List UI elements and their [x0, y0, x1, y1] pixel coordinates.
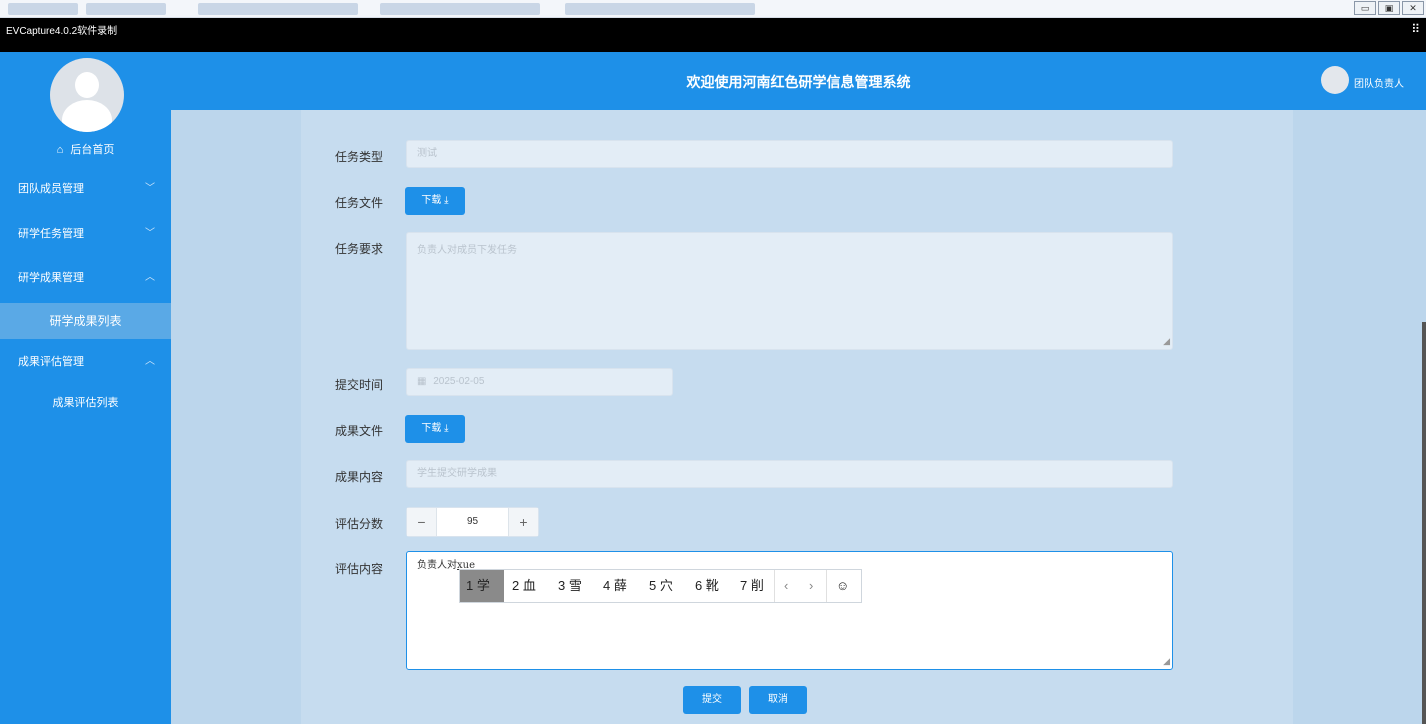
sidebar: ⌂ 后台首页 团队成员管理 ﹀ 研学任务管理 ﹀ 研学成果管理 ︿ 研学成果列表… — [0, 52, 171, 724]
ime-candidate-window: 1 学 2 血 3 雪 4 薛 5 穴 6 靴 7 削 ‹ › ☺ — [459, 569, 862, 603]
recorder-bar: EVCapture4.0.2软件录制 ⠿ — [0, 18, 1426, 52]
ime-next-icon[interactable]: › — [809, 570, 813, 602]
top-header: 欢迎使用河南红色研学信息管理系统 团队负责人 — [171, 52, 1426, 110]
ime-candidate[interactable]: 6 靴 — [695, 570, 719, 602]
submit-time-field: ▦ 2025-02-05 — [406, 368, 673, 396]
os-tab[interactable] — [565, 3, 755, 15]
calendar-icon: ▦ — [417, 376, 427, 387]
resize-handle-icon[interactable]: ◢ — [1163, 656, 1170, 667]
scrollbar[interactable] — [1422, 322, 1426, 724]
cancel-button[interactable]: 取消 — [749, 686, 807, 714]
task-file-download-button[interactable]: 下载 ⤓ — [405, 187, 465, 215]
chevron-up-icon: ︿ — [145, 356, 155, 367]
score-input[interactable]: 95 — [437, 508, 508, 536]
os-taskbar: ▭ ▣ ✕ — [0, 0, 1426, 18]
chevron-down-icon: ﹀ — [145, 228, 155, 239]
avatar — [50, 58, 124, 132]
recorder-title: EVCapture4.0.2软件录制 — [6, 26, 118, 37]
sidebar-group-label: 成果评估管理 — [18, 356, 84, 368]
sidebar-item-home[interactable]: ⌂ 后台首页 — [0, 138, 171, 162]
eval-typed-text: 负责人对 — [417, 560, 457, 571]
sidebar-item-results-list[interactable]: 研学成果列表 — [0, 303, 171, 339]
ime-candidate[interactable]: 3 雪 — [558, 570, 582, 602]
task-type-label: 任务类型 — [335, 150, 384, 164]
minimize-button[interactable]: ▭ — [1354, 1, 1376, 15]
home-icon: ⌂ — [56, 144, 64, 156]
decrement-button[interactable]: − — [407, 508, 437, 536]
user-avatar[interactable] — [1321, 66, 1349, 94]
score-stepper: − 95 + — [406, 507, 539, 537]
close-button[interactable]: ✕ — [1402, 1, 1424, 15]
page-title: 欢迎使用河南红色研学信息管理系统 — [686, 74, 911, 90]
ime-candidate[interactable]: 5 穴 — [649, 570, 673, 602]
ime-candidate[interactable]: 2 血 — [512, 570, 536, 602]
increment-button[interactable]: + — [508, 508, 538, 536]
result-file-download-button[interactable]: 下载 ⤓ — [405, 415, 465, 443]
sidebar-group-team[interactable]: 团队成员管理 ﹀ — [0, 169, 171, 209]
sidebar-item-eval-list[interactable]: 成果评估列表 — [0, 385, 171, 421]
submit-button[interactable]: 提交 — [683, 686, 741, 714]
fullscreen-exit-icon[interactable]: ⠿ — [1411, 22, 1420, 36]
sidebar-item-label: 后台首页 — [70, 144, 115, 156]
sidebar-group-label: 研学任务管理 — [18, 228, 84, 240]
result-content-field: 学生提交研学成果 — [406, 460, 1173, 488]
os-tab[interactable] — [86, 3, 166, 15]
sidebar-group-label: 团队成员管理 — [18, 183, 84, 195]
ime-candidate[interactable]: 4 薛 — [603, 570, 627, 602]
main-content: 任务类型 测试 任务文件 下载 ⤓ 任务要求 负责人对成员下发任务 ◢ 提交时间… — [171, 110, 1426, 724]
ime-candidate[interactable]: 7 削 — [740, 570, 764, 602]
sidebar-group-evaluation[interactable]: 成果评估管理 ︿ — [0, 342, 171, 382]
eval-content-label: 评估内容 — [335, 562, 384, 576]
task-requirement-label: 任务要求 — [335, 242, 384, 256]
resize-handle-icon[interactable]: ◢ — [1163, 336, 1170, 347]
ime-prev-icon[interactable]: ‹ — [784, 570, 788, 602]
submit-time-value: 2025-02-05 — [433, 376, 485, 387]
os-tab[interactable] — [198, 3, 358, 15]
chevron-up-icon: ︿ — [145, 272, 155, 283]
sidebar-group-results[interactable]: 研学成果管理 ︿ — [0, 258, 171, 298]
score-label: 评估分数 — [335, 517, 384, 531]
maximize-button[interactable]: ▣ — [1378, 1, 1400, 15]
emoji-icon[interactable]: ☺ — [836, 570, 849, 602]
os-tab[interactable] — [380, 3, 540, 15]
result-file-label: 成果文件 — [335, 424, 384, 438]
user-name[interactable]: 团队负责人 — [1354, 75, 1404, 90]
task-requirement-text: 负责人对成员下发任务 — [417, 245, 517, 256]
result-content-label: 成果内容 — [335, 470, 384, 484]
task-file-label: 任务文件 — [335, 196, 384, 210]
sidebar-group-tasks[interactable]: 研学任务管理 ﹀ — [0, 214, 171, 254]
submit-time-label: 提交时间 — [335, 378, 384, 392]
os-tab[interactable] — [8, 3, 78, 15]
task-requirement-field: 负责人对成员下发任务 ◢ — [406, 232, 1173, 350]
chevron-down-icon: ﹀ — [145, 183, 155, 194]
sidebar-group-label: 研学成果管理 — [18, 272, 84, 284]
ime-candidate[interactable]: 1 学 — [460, 570, 504, 602]
task-type-field: 测试 — [406, 140, 1173, 168]
